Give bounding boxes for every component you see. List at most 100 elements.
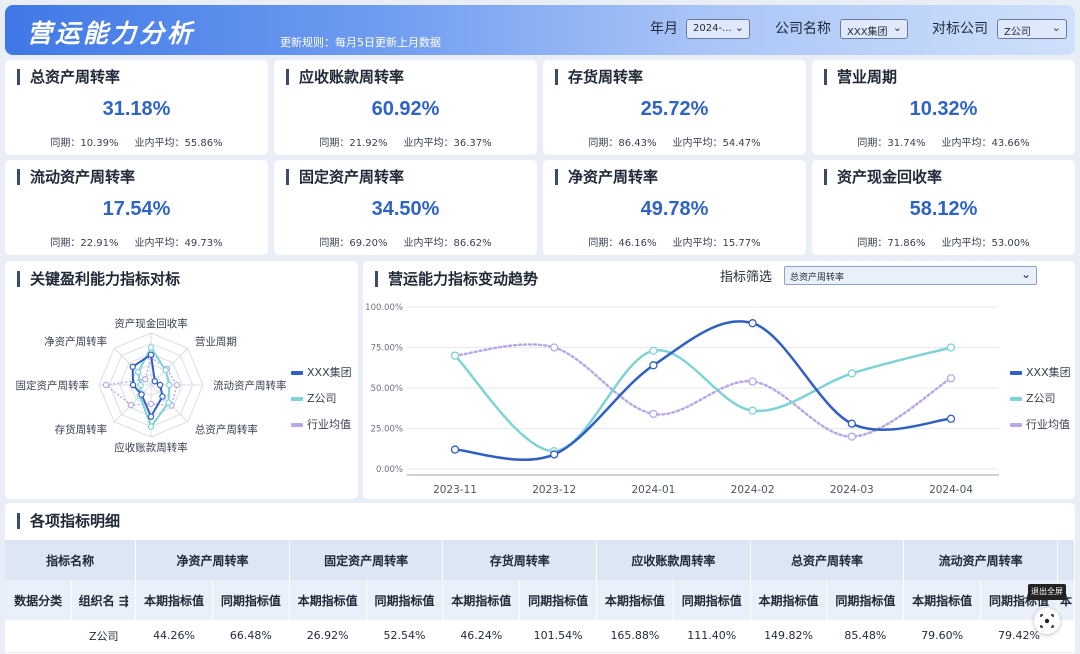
radar-point[interactable] xyxy=(151,378,158,385)
kpi-yoy: 同期：21.92% xyxy=(319,138,387,149)
radar-point[interactable] xyxy=(162,367,169,374)
trend-data-point[interactable] xyxy=(649,409,658,419)
radar-axis-label: 流动资产周转率 xyxy=(213,379,287,392)
prior-value-header[interactable]: 同期指标值 xyxy=(366,580,444,620)
kpi-title: 营业周期 xyxy=(824,69,897,85)
kpi-yoy-label: 同期： xyxy=(588,238,619,249)
kpi-card[interactable]: 净资产周转率 49.78% 同期：46.16% 业内平均：15.77% xyxy=(543,160,806,255)
kpi-card[interactable]: 总资产周转率 31.18% 同期：10.39% 业内平均：55.86% xyxy=(5,60,268,155)
radar-point[interactable] xyxy=(147,344,155,351)
legend-item[interactable]: 行业均值 xyxy=(291,416,351,432)
radar-point[interactable] xyxy=(165,381,173,389)
current-value-header[interactable]: 本期指标值 xyxy=(903,580,982,620)
legend-label: 行业均值 xyxy=(307,418,351,431)
trend-data-point[interactable] xyxy=(946,414,956,423)
kpi-subtext: 同期：69.20% 业内平均：86.62% xyxy=(274,234,537,249)
radar-point[interactable] xyxy=(147,400,155,408)
kpi-avg-value: 49.73% xyxy=(184,238,223,249)
kpi-yoy: 同期：10.39% xyxy=(50,138,118,149)
kpi-avg-value: 15.77% xyxy=(722,238,761,249)
radar-point[interactable] xyxy=(147,423,155,430)
kpi-yoy-label: 同期： xyxy=(857,138,888,149)
metric-header[interactable]: 存货周转率 xyxy=(442,540,598,580)
radar-point[interactable] xyxy=(127,401,135,409)
kpi-card[interactable]: 资产现金回收率 58.12% 同期：71.86% 业内平均：53.00% xyxy=(812,160,1075,255)
metric-header[interactable]: 固定资产周转率 xyxy=(289,540,444,580)
metric-header[interactable]: 总资产周转率 xyxy=(750,540,905,580)
trend-data-point[interactable] xyxy=(946,343,956,352)
trend-data-point[interactable] xyxy=(450,351,460,360)
prior-value-header[interactable]: 同期指标值 xyxy=(826,580,905,620)
kpi-subtext: 同期：46.16% 业内平均：15.77% xyxy=(543,234,806,249)
current-value-header[interactable]: 本期指标值 xyxy=(289,580,367,620)
radar-point[interactable] xyxy=(142,376,149,383)
trend-data-point[interactable] xyxy=(748,406,757,415)
radar-axis-label: 存货周转率 xyxy=(55,423,108,436)
kpi-card[interactable]: 固定资产周转率 34.50% 同期：69.20% 业内平均：86.62% xyxy=(274,160,537,255)
table-row[interactable]: Z公司 44.26% 66.48% 26.92% 52.54% 46.24% 1… xyxy=(5,620,1075,653)
current-value-header[interactable]: 本期指标值 xyxy=(750,580,828,620)
kpi-yoy-label: 同期： xyxy=(588,138,619,149)
current-value-header[interactable]: 本期指标值 xyxy=(442,580,521,620)
radar-point[interactable] xyxy=(173,381,181,389)
legend-item[interactable]: XXX集团 xyxy=(291,364,352,380)
metric-header[interactable]: 流动资产周转率 xyxy=(903,540,1058,580)
legend-item[interactable]: Z公司 xyxy=(291,390,337,406)
radar-point[interactable] xyxy=(137,381,144,389)
table-cell: 79.60% xyxy=(903,620,981,653)
exit-fullscreen-tooltip: 退出全屏 xyxy=(1028,584,1066,600)
current-value-header[interactable]: 本期指标值 xyxy=(135,580,213,620)
trend-data-point[interactable] xyxy=(748,377,757,386)
radar-point[interactable] xyxy=(165,399,172,406)
metric-header[interactable]: 应收账款周转率 xyxy=(596,540,751,580)
kpi-card[interactable]: 存货周转率 25.72% 同期：86.43% 业内平均：54.47% xyxy=(543,60,806,155)
radar-point[interactable] xyxy=(147,413,155,420)
radar-point[interactable] xyxy=(159,393,166,400)
legend-swatch xyxy=(291,397,303,401)
kpi-industry-avg: 业内平均：43.66% xyxy=(942,138,1030,149)
radar-point[interactable] xyxy=(102,381,110,389)
radar-chart: 资产现金回收率营业周期流动资产周转率总资产周转率应收账款周转率存货周转率 固定资产… xyxy=(16,317,287,454)
org-header[interactable]: 组织名 ⇶ xyxy=(71,580,137,620)
trend-data-point[interactable] xyxy=(550,450,559,459)
radar-point[interactable] xyxy=(147,351,155,358)
kpi-yoy-value: 21.92% xyxy=(349,138,388,149)
company-name-select[interactable]: XXX集团 ⌄ xyxy=(840,19,908,39)
legend-item[interactable]: 行业均值 xyxy=(1010,416,1070,432)
kpi-card[interactable]: 营业周期 10.32% 同期：31.74% 业内平均：43.66% xyxy=(812,60,1075,155)
legend-item[interactable]: Z公司 xyxy=(1010,390,1056,406)
table-cell: 46.24% xyxy=(442,620,520,653)
trend-data-point[interactable] xyxy=(847,432,856,441)
radar-point[interactable] xyxy=(138,391,145,398)
fullscreen-button[interactable] xyxy=(1034,608,1060,634)
kpi-industry-avg: 业内平均：86.62% xyxy=(404,238,492,249)
prior-value-header[interactable]: 同期指标值 xyxy=(212,580,290,620)
metric-header[interactable]: 净资产周转率 xyxy=(135,540,290,580)
kpi-title: 流动资产周转率 xyxy=(17,169,135,185)
kpi-card[interactable]: 应收账款周转率 60.92% 同期：21.92% 业内平均：36.37% xyxy=(274,60,537,155)
trend-data-point[interactable] xyxy=(649,346,658,355)
prior-value-header[interactable]: 同期指标值 xyxy=(519,580,598,620)
trend-data-point[interactable] xyxy=(550,343,559,352)
radar-point[interactable] xyxy=(134,368,142,376)
metric-header-overflow xyxy=(1057,540,1075,580)
benchmark-company-select[interactable]: Z公司 ⌄ xyxy=(997,19,1067,39)
trend-data-point[interactable] xyxy=(847,369,856,378)
trend-data-point[interactable] xyxy=(649,361,658,370)
category-header[interactable]: 数据分类 xyxy=(5,580,73,620)
trend-data-point[interactable] xyxy=(748,319,757,328)
radar-point[interactable] xyxy=(129,381,137,389)
trend-data-point[interactable] xyxy=(946,374,956,383)
radar-point[interactable] xyxy=(156,381,164,389)
year-month-select[interactable]: 2024-... ⌄ xyxy=(686,19,750,39)
x-tick-label: 2023-12 xyxy=(532,484,576,496)
trend-data-point[interactable] xyxy=(847,419,856,428)
trend-data-point[interactable] xyxy=(450,445,460,454)
kpi-yoy: 同期：22.91% xyxy=(50,238,118,249)
radar-point[interactable] xyxy=(129,363,136,370)
prior-value-header[interactable]: 同期指标值 xyxy=(673,580,751,620)
kpi-card[interactable]: 流动资产周转率 17.54% 同期：22.91% 业内平均：49.73% xyxy=(5,160,268,255)
radar-panel: 关键盈利能力指标对标 资产现金回收率 营业周期 流动资产周转率 总资产周转率 应收账款周… xyxy=(5,261,358,499)
legend-item[interactable]: XXX集团 xyxy=(1010,364,1071,380)
current-value-header[interactable]: 本期指标值 xyxy=(596,580,674,620)
